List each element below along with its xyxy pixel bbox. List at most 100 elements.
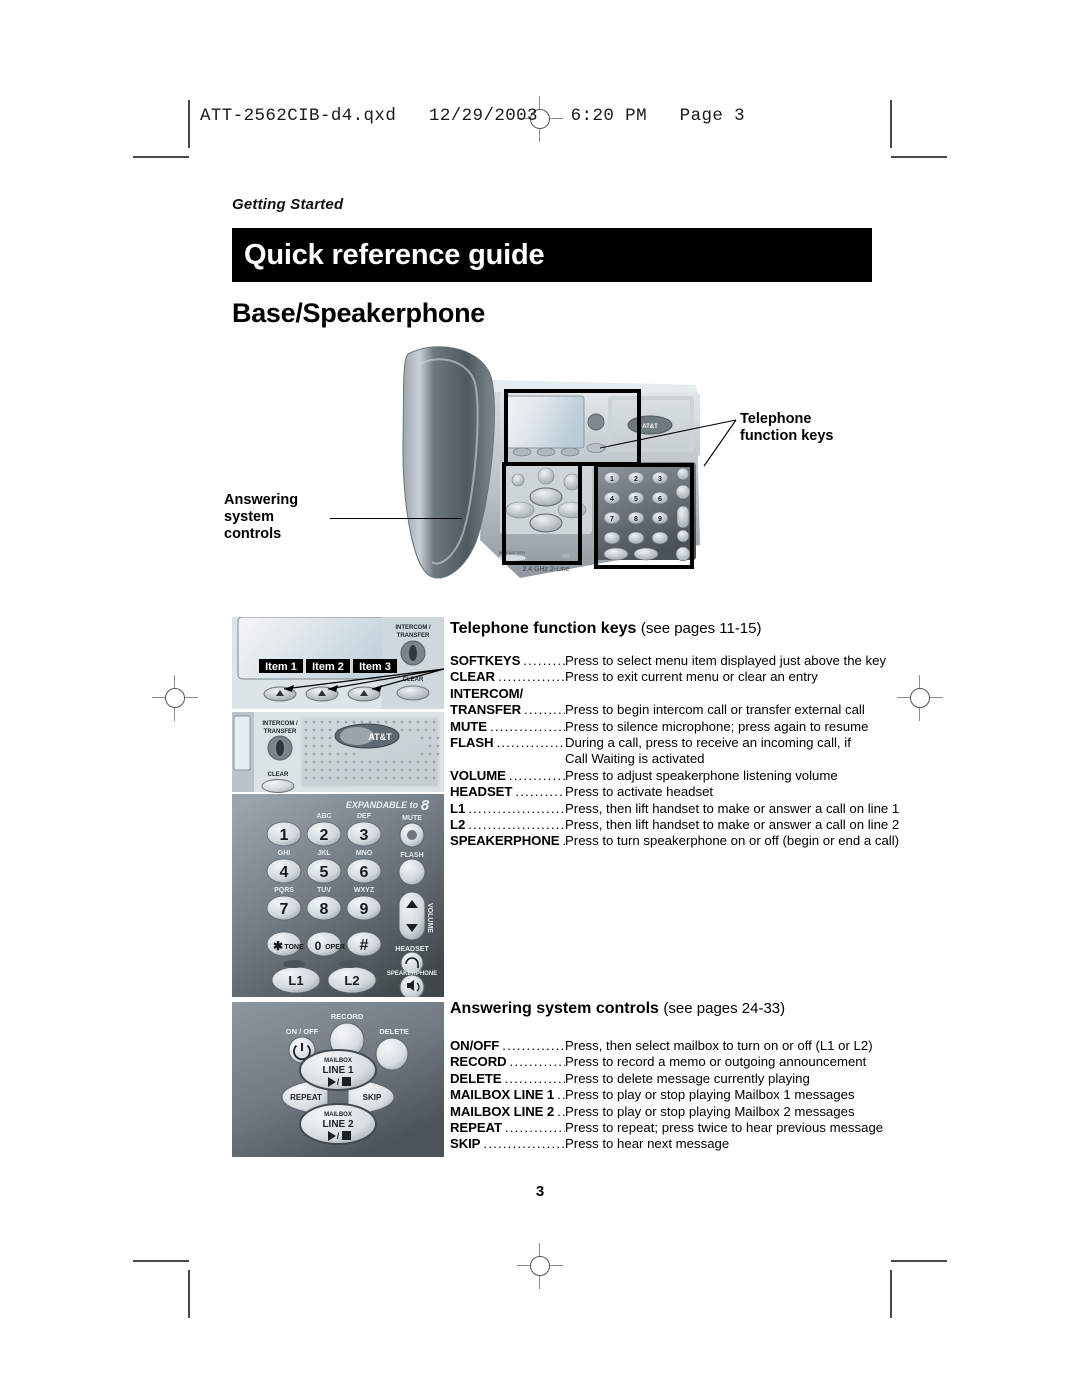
print-header-filename: ATT-2562CIB-d4.qxd 12/29/2003 6:20 PM Pa… bbox=[200, 106, 746, 126]
svg-text:MNO: MNO bbox=[356, 850, 373, 857]
spec-description-continued: Call Waiting is activated bbox=[565, 751, 705, 767]
spec-dot-leader: ........................................… bbox=[504, 1070, 565, 1086]
svg-text:1: 1 bbox=[280, 827, 289, 844]
callout-telephone-function-keys: Telephone function keys bbox=[740, 411, 833, 445]
callout-right-line1: Telephone bbox=[740, 411, 812, 427]
svg-text:ABC: ABC bbox=[316, 813, 331, 820]
svg-text:MAILBOX: MAILBOX bbox=[324, 1058, 352, 1064]
registration-mark-left-center bbox=[152, 675, 198, 721]
spec-dot-leader: ........................................… bbox=[468, 800, 565, 816]
spec-row: SOFTKEYS................................… bbox=[450, 653, 886, 669]
svg-text:DEF: DEF bbox=[357, 813, 372, 820]
svg-text:OPER: OPER bbox=[325, 944, 345, 951]
svg-text:8: 8 bbox=[421, 797, 430, 814]
spec-row: SKIP....................................… bbox=[450, 1136, 860, 1152]
svg-text:TUV: TUV bbox=[317, 887, 331, 894]
spec-dot-leader: ........................................… bbox=[496, 735, 565, 751]
page-subtitle: Base/Speakerphone bbox=[232, 298, 486, 328]
svg-text:INTERCOM /: INTERCOM / bbox=[395, 625, 431, 631]
svg-text:0: 0 bbox=[315, 939, 322, 953]
spec-label: FLASH bbox=[450, 735, 494, 751]
spec-dot-leader: ........................................… bbox=[504, 1120, 565, 1136]
svg-text:CLEAR: CLEAR bbox=[268, 772, 289, 778]
svg-text:8: 8 bbox=[320, 901, 329, 918]
callout-left-leader-line bbox=[330, 518, 462, 519]
spec-description: Press to record a memo or outgoing annou… bbox=[565, 1054, 867, 1070]
callout-left-line1: Answering bbox=[224, 492, 299, 508]
spec-label: TRANSFER bbox=[450, 702, 521, 718]
svg-text:GHI: GHI bbox=[278, 850, 291, 857]
spec-row: L2......................................… bbox=[450, 817, 899, 833]
section-0-note: (see pages 11-15) bbox=[640, 620, 762, 637]
svg-text:LINE 2: LINE 2 bbox=[322, 1119, 354, 1130]
spec-dot-leader: ........................................… bbox=[502, 1038, 565, 1053]
spec-dot-leader: ........................................… bbox=[557, 1087, 565, 1103]
spec-label: REPEAT bbox=[450, 1120, 502, 1136]
svg-text:Item 3: Item 3 bbox=[359, 661, 391, 673]
svg-text:TONE: TONE bbox=[284, 944, 304, 951]
svg-text:WXYZ: WXYZ bbox=[354, 887, 375, 894]
spec-dot-leader: ........................................… bbox=[468, 817, 565, 833]
svg-text:6: 6 bbox=[360, 864, 369, 881]
spec-row: TRANSFER................................… bbox=[450, 702, 865, 718]
page-title-bar: Quick reference guide bbox=[232, 228, 872, 282]
svg-text:EXPANDABLE to: EXPANDABLE to bbox=[346, 800, 419, 810]
spec-dot-leader: ........................................… bbox=[515, 784, 565, 800]
svg-text:2.4 GHz 2-Line: 2.4 GHz 2-Line bbox=[522, 566, 569, 573]
spec-row: FLASH...................................… bbox=[450, 735, 860, 751]
spec-row: INTERCOM/ bbox=[450, 686, 860, 702]
spec-description: Press, then lift handset to make or answ… bbox=[565, 817, 900, 833]
spec-row: VOLUME..................................… bbox=[450, 768, 860, 784]
spec-row: MAILBOX LINE 2..........................… bbox=[450, 1104, 860, 1120]
svg-text:MAILBOX: MAILBOX bbox=[324, 1112, 352, 1118]
spec-row: REPEAT..................................… bbox=[450, 1120, 883, 1136]
detail-keypad-image: INTERCOM / TRANSFER CLEAR AT&T EXPANDABL… bbox=[232, 712, 444, 997]
spec-row: DELETE..................................… bbox=[450, 1071, 860, 1087]
spec-row: ON/OFF..................................… bbox=[450, 1038, 873, 1054]
spec-label: RECORD bbox=[450, 1054, 507, 1070]
callout-left-line3: controls bbox=[224, 526, 282, 542]
svg-text:9: 9 bbox=[360, 901, 369, 918]
crop-mark-bottom-right-horizontal bbox=[891, 1260, 947, 1262]
svg-text:AT&T: AT&T bbox=[368, 732, 392, 742]
answering-system-controls-list: ON/OFF..................................… bbox=[450, 1038, 883, 1153]
callout-right-line2: function keys bbox=[740, 428, 834, 444]
crop-mark-bottom-right-vertical bbox=[890, 1270, 892, 1318]
svg-text:VOLUME: VOLUME bbox=[426, 903, 433, 933]
svg-text:SKIP: SKIP bbox=[363, 1093, 382, 1102]
svg-text:L1: L1 bbox=[288, 973, 303, 988]
spec-description: Press to begin intercom call or transfer… bbox=[565, 702, 865, 718]
svg-text:5: 5 bbox=[320, 864, 329, 881]
spec-description: Press to repeat; press twice to hear pre… bbox=[565, 1120, 884, 1136]
spec-row-continuation: Call Waiting is activated bbox=[450, 751, 860, 767]
svg-text:TRANSFER: TRANSFER bbox=[264, 729, 297, 735]
spec-label: SKIP bbox=[450, 1136, 481, 1152]
registration-mark-right-center bbox=[897, 675, 943, 721]
svg-text:Item 1: Item 1 bbox=[265, 661, 297, 673]
spec-dot-leader: ........................................… bbox=[489, 718, 565, 734]
section-1-heading: Answering system controls bbox=[450, 1000, 659, 1017]
page-number: 3 bbox=[535, 1183, 545, 1200]
svg-text:MUTE: MUTE bbox=[402, 815, 422, 822]
crop-mark-top-left-horizontal bbox=[133, 156, 189, 158]
spec-row: HEADSET.................................… bbox=[450, 784, 860, 800]
spec-label: ON/OFF bbox=[450, 1038, 500, 1053]
svg-text:4: 4 bbox=[280, 864, 289, 881]
spec-row: MAILBOX LINE 1..........................… bbox=[450, 1087, 860, 1103]
spec-dot-leader: ........................................… bbox=[524, 702, 565, 718]
callout-answering-system-controls: Answering system controls bbox=[224, 492, 298, 543]
svg-text:Item 2: Item 2 bbox=[312, 661, 344, 673]
spec-dot-leader: ........................................… bbox=[509, 1054, 565, 1070]
spec-row: L1......................................… bbox=[450, 800, 899, 817]
spec-label: CLEAR bbox=[450, 669, 495, 685]
spec-description: Press to adjust speakerphone listening v… bbox=[565, 767, 838, 783]
answering-system-controls-heading: Answering system controls (see pages 24-… bbox=[450, 1000, 785, 1018]
spec-description: Press to turn speakerphone on or off (be… bbox=[565, 833, 900, 849]
spec-row: RECORD..................................… bbox=[450, 1054, 866, 1070]
spec-label: L1 bbox=[450, 800, 466, 816]
crop-mark-bottom-left-horizontal bbox=[133, 1260, 189, 1262]
spec-description: Press to hear next message bbox=[565, 1136, 730, 1152]
spec-description: Press to activate headset bbox=[565, 784, 714, 800]
spec-dot-leader: ........................................… bbox=[497, 669, 565, 685]
spec-label: MAILBOX LINE 2 bbox=[450, 1103, 555, 1119]
